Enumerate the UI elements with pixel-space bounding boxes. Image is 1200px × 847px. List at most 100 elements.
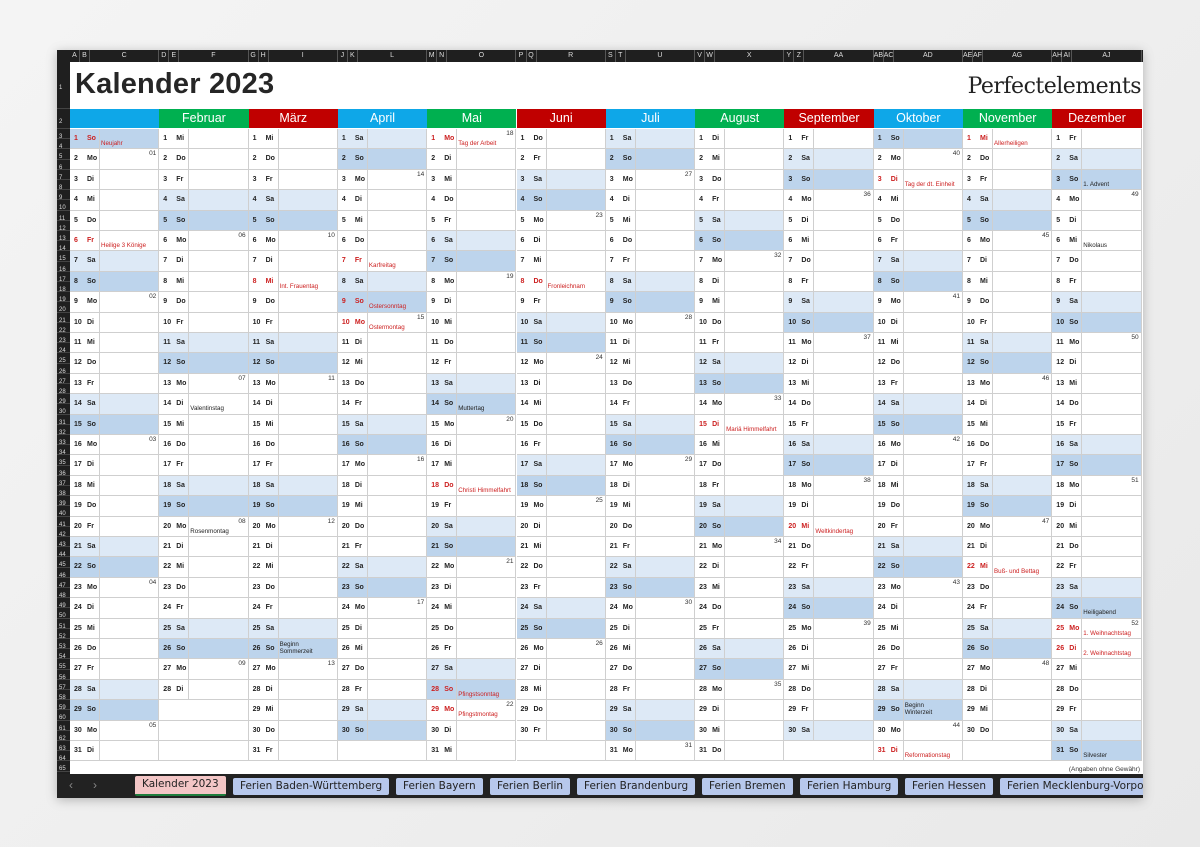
- day-cell[interactable]: 19 Mi: [337, 496, 428, 517]
- day-cell[interactable]: 25 Sa: [248, 618, 338, 639]
- day-cell[interactable]: 6 Mi Nikolaus: [1052, 231, 1142, 252]
- day-cell[interactable]: 18 Sa: [159, 475, 249, 497]
- day-cell[interactable]: 23 Do: [963, 577, 1053, 599]
- day-cell[interactable]: 25 Mo 52 1. Weihnachtstag: [1052, 618, 1142, 639]
- day-cell[interactable]: 11 Do: [427, 333, 517, 354]
- day-cell[interactable]: 17 Fr: [963, 455, 1053, 476]
- row-header[interactable]: 10: [57, 200, 70, 211]
- row-header[interactable]: 15: [57, 251, 70, 262]
- day-cell[interactable]: 14 Sa: [873, 394, 963, 415]
- day-cell[interactable]: 17 Sa: [516, 455, 606, 476]
- row-header[interactable]: 8: [57, 180, 70, 191]
- row-header[interactable]: 16: [57, 262, 70, 273]
- row-header[interactable]: 21: [57, 313, 70, 324]
- day-cell[interactable]: 23 Do: [248, 577, 338, 599]
- day-cell[interactable]: 30 So: [605, 720, 696, 741]
- day-cell[interactable]: 24 Sa: [516, 598, 606, 619]
- row-header[interactable]: 61: [57, 721, 70, 732]
- day-cell[interactable]: 8 So: [70, 271, 160, 293]
- day-cell[interactable]: 5 Do: [873, 210, 963, 231]
- row-header[interactable]: 13: [57, 231, 70, 242]
- day-cell[interactable]: 16 Sa: [1052, 435, 1142, 456]
- day-cell[interactable]: 20 Mi Weltkindertag: [784, 516, 874, 537]
- row-header[interactable]: 64: [57, 751, 70, 762]
- row-header[interactable]: 18: [57, 282, 70, 293]
- day-cell[interactable]: 31 Fr: [248, 741, 338, 762]
- day-cell[interactable]: 16 Di: [427, 435, 517, 456]
- day-cell[interactable]: 27 Mo 48: [963, 659, 1053, 680]
- day-cell[interactable]: 9 Mo 41: [873, 292, 963, 313]
- empty-cell[interactable]: [159, 720, 249, 741]
- day-cell[interactable]: 28 Do: [1052, 679, 1142, 701]
- day-cell[interactable]: 21 Di: [159, 537, 249, 558]
- day-cell[interactable]: 23 Di: [427, 577, 517, 599]
- column-header-AF[interactable]: AF: [973, 50, 983, 62]
- day-cell[interactable]: 12 So: [248, 353, 338, 374]
- day-cell[interactable]: 14 Mi: [516, 394, 606, 415]
- day-cell[interactable]: 20 Mo 08 Rosenmontag: [159, 516, 249, 537]
- column-header-T[interactable]: T: [616, 50, 626, 62]
- empty-cell[interactable]: [337, 741, 428, 762]
- day-cell[interactable]: 1 Di: [695, 129, 785, 150]
- column-header-O[interactable]: O: [447, 50, 517, 62]
- day-cell[interactable]: 16 Mi: [695, 435, 785, 456]
- day-cell[interactable]: 17 Mo 29: [605, 455, 696, 476]
- row-header[interactable]: 36: [57, 466, 70, 477]
- day-cell[interactable]: 30 Do: [248, 720, 338, 741]
- day-cell[interactable]: 25 Sa: [963, 618, 1053, 639]
- day-cell[interactable]: 19 So: [963, 496, 1053, 517]
- day-cell[interactable]: 28 Mo 35: [695, 679, 785, 701]
- day-cell[interactable]: 3 Mo 14: [337, 169, 428, 191]
- day-cell[interactable]: 28 Di: [159, 679, 249, 701]
- day-cell[interactable]: 12 Sa: [695, 353, 785, 374]
- day-cell[interactable]: 14 So Muttertag: [427, 394, 517, 415]
- day-cell[interactable]: 27 So: [695, 659, 785, 680]
- day-cell[interactable]: 1 Mo 18 Tag der Arbeit: [427, 129, 517, 150]
- day-cell[interactable]: 10 Sa: [516, 312, 606, 333]
- day-cell[interactable]: 14 Fr: [605, 394, 696, 415]
- day-cell[interactable]: 22 Sa: [337, 557, 428, 578]
- row-header[interactable]: 57: [57, 680, 70, 691]
- day-cell[interactable]: 5 So: [963, 210, 1053, 231]
- day-cell[interactable]: 25 Do: [427, 618, 517, 639]
- day-cell[interactable]: 17 Mi: [427, 455, 517, 476]
- day-cell[interactable]: 19 Do: [70, 496, 160, 517]
- sheet-tab[interactable]: Kalender 2023: [135, 776, 226, 796]
- day-cell[interactable]: 26 Mo 26: [516, 639, 606, 660]
- column-header-N[interactable]: N: [437, 50, 448, 62]
- day-cell[interactable]: 6 So: [695, 231, 785, 252]
- day-cell[interactable]: 1 Sa: [605, 129, 696, 150]
- day-cell[interactable]: 1 Fr: [1052, 129, 1142, 150]
- sheet-tab[interactable]: Ferien Mecklenburg-Vorpommern: [1000, 778, 1143, 795]
- column-header-P[interactable]: P: [517, 50, 527, 62]
- day-cell[interactable]: 12 So: [159, 353, 249, 374]
- day-cell[interactable]: 16 Fr: [516, 435, 606, 456]
- row-header[interactable]: 12: [57, 221, 70, 232]
- sheet-tab[interactable]: Ferien Bayern: [396, 778, 483, 795]
- row-header[interactable]: 45: [57, 557, 70, 568]
- day-cell[interactable]: 19 Fr: [427, 496, 517, 517]
- day-cell[interactable]: 4 Mo 49: [1052, 190, 1142, 211]
- day-cell[interactable]: 4 Sa: [159, 190, 249, 211]
- day-cell[interactable]: 22 Mi: [248, 557, 338, 578]
- day-cell[interactable]: 15 Mi: [159, 414, 249, 435]
- row-header[interactable]: 54: [57, 649, 70, 660]
- row-header[interactable]: 46: [57, 568, 70, 579]
- day-cell[interactable]: 10 Di: [70, 312, 160, 333]
- day-cell[interactable]: 20 Di: [516, 516, 606, 537]
- day-cell[interactable]: 27 Mi: [1052, 659, 1142, 680]
- day-cell[interactable]: 16 Mo 42: [873, 435, 963, 456]
- day-cell[interactable]: 11 So: [516, 333, 606, 354]
- row-header[interactable]: 50: [57, 608, 70, 619]
- day-cell[interactable]: 20 Sa: [427, 516, 517, 537]
- day-cell[interactable]: 29 Di: [695, 700, 785, 721]
- day-cell[interactable]: 24 Di: [873, 598, 963, 619]
- row-header[interactable]: 19: [57, 292, 70, 303]
- day-cell[interactable]: 19 Do: [873, 496, 963, 517]
- row-header[interactable]: 39: [57, 496, 70, 507]
- day-cell[interactable]: 7 Di: [248, 251, 338, 272]
- day-cell[interactable]: 24 Mi: [427, 598, 517, 619]
- day-cell[interactable]: 29 Sa: [337, 700, 428, 721]
- row-header[interactable]: 28: [57, 384, 70, 395]
- day-cell[interactable]: 10 Fr: [159, 312, 249, 333]
